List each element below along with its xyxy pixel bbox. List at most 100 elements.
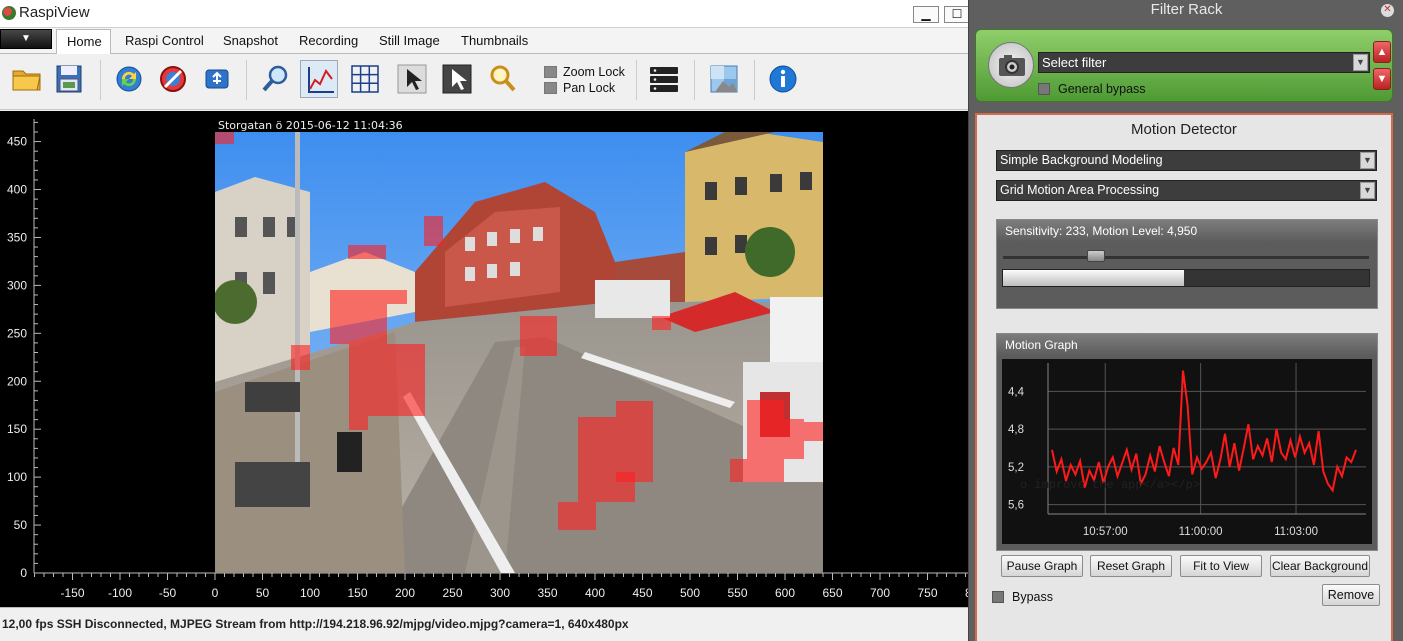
sensitivity-slider-thumb[interactable] <box>1087 250 1106 262</box>
tab-still-image[interactable]: Still Image <box>379 33 440 48</box>
minimize-button[interactable]: ▁ <box>913 6 939 23</box>
x-tick-label: 550 <box>727 586 747 600</box>
pause-graph-button[interactable]: Pause Graph <box>1001 555 1083 577</box>
graph-y-tick-label: 5,6 <box>1008 500 1024 512</box>
graph-x-tick-label: 10:57:00 <box>1083 526 1128 538</box>
move-down-button[interactable]: ▼ <box>1373 68 1391 90</box>
graph-icon[interactable] <box>300 60 338 98</box>
general-bypass-checkbox[interactable]: General bypass <box>1038 82 1146 96</box>
zoom-icon[interactable] <box>256 60 294 98</box>
motion-detector-panel: Motion Detector Simple Background Modeli… <box>975 113 1393 641</box>
graph-x-tick-label: 11:03:00 <box>1274 526 1318 538</box>
toolbar: Zoom Lock Pan Lock <box>0 54 1012 110</box>
bypass-checkbox[interactable]: Bypass <box>992 590 1053 604</box>
x-tick-label: -100 <box>108 586 132 600</box>
pan-lock-checkbox[interactable]: Pan Lock <box>544 81 615 95</box>
video-timestamp: Storgatan ö 2015-06-12 11:04:36 <box>218 119 403 132</box>
stop-stream-icon[interactable] <box>154 60 192 98</box>
toolbar-separator <box>754 60 755 100</box>
open-folder-icon[interactable] <box>8 60 46 98</box>
search-icon[interactable] <box>484 60 522 98</box>
pointer-icon[interactable] <box>393 60 431 98</box>
x-tick-label: 50 <box>256 586 270 600</box>
toolbar-separator <box>100 60 101 100</box>
toolbar-separator <box>246 60 247 100</box>
x-tick-label: 350 <box>537 586 557 600</box>
rack-close-icon[interactable]: ✕ <box>1381 4 1394 17</box>
camera-icon <box>988 42 1034 88</box>
filter-rack-title: Filter Rack <box>1150 1 1223 18</box>
overlay-markup-text: o improve the app</a></p> <box>1020 478 1201 492</box>
x-tick-label: 500 <box>680 586 700 600</box>
title-bar: RaspiView ▁ ☐ ✕ <box>0 0 1012 28</box>
app-menu-dropdown[interactable]: ▼ <box>0 29 52 49</box>
graph-y-tick-label: 4,4 <box>1008 386 1025 398</box>
reset-graph-button[interactable]: Reset Graph <box>1090 555 1172 577</box>
x-tick-label: 700 <box>870 586 890 600</box>
tab-snapshot[interactable]: Snapshot <box>223 33 278 48</box>
graph-x-tick-label: 11:00:00 <box>1179 526 1223 538</box>
y-tick-label: 300 <box>7 278 27 292</box>
server-icon[interactable] <box>645 60 683 98</box>
move-up-button[interactable]: ▲ <box>1373 41 1391 63</box>
chevron-down-icon: ▼ <box>1360 152 1375 169</box>
x-tick-label: 200 <box>395 586 415 600</box>
image-filter-icon[interactable] <box>705 60 743 98</box>
motion-level-bar <box>1002 269 1370 287</box>
x-tick-label: 250 <box>442 586 462 600</box>
x-tick-label: 600 <box>775 586 795 600</box>
bypass-box[interactable] <box>992 591 1004 603</box>
save-image-icon[interactable] <box>50 60 88 98</box>
app-title: RaspiView <box>19 4 90 21</box>
background-model-value: Simple Background Modeling <box>1000 153 1163 167</box>
toolbar-separator <box>694 60 695 100</box>
refresh-icon[interactable] <box>110 60 148 98</box>
x-tick-label: 100 <box>300 586 320 600</box>
x-tick-label: 400 <box>585 586 605 600</box>
grid-icon[interactable] <box>346 60 384 98</box>
select-filter-dropdown[interactable]: Select filter ▼ <box>1038 52 1370 73</box>
pointer-dark-icon[interactable] <box>438 60 476 98</box>
toolbar-separator <box>636 60 637 100</box>
chevron-down-icon: ▼ <box>1360 182 1375 199</box>
x-tick-label: 650 <box>822 586 842 600</box>
general-bypass-label: General bypass <box>1058 82 1146 96</box>
pan-lock-box[interactable] <box>544 82 557 94</box>
y-tick-label: 150 <box>7 422 27 436</box>
background-model-dropdown[interactable]: Simple Background Modeling ▼ <box>996 150 1377 171</box>
tab-home[interactable]: Home <box>56 29 111 54</box>
motion-graph-chart[interactable]: 5,6 5,2 4,8 4,4 10:57:00 11:00:00 11:03:00 <box>1002 359 1372 544</box>
status-text: 12,00 fps SSH Disconnected, MJPEG Stream… <box>2 617 629 631</box>
clear-background-button[interactable]: Clear Background <box>1270 555 1370 577</box>
tab-thumbnails[interactable]: Thumbnails <box>461 33 528 48</box>
info-icon[interactable] <box>764 60 802 98</box>
x-tick-label: -150 <box>60 586 84 600</box>
motion-graph-title: Motion Graph <box>997 334 1377 356</box>
y-tick-label: 0 <box>20 566 27 580</box>
zoom-lock-label: Zoom Lock <box>563 65 625 79</box>
remove-filter-button[interactable]: Remove <box>1322 584 1380 606</box>
y-tick-label: 400 <box>7 183 27 197</box>
x-tick-label: 300 <box>490 586 510 600</box>
area-processing-dropdown[interactable]: Grid Motion Area Processing ▼ <box>996 180 1377 201</box>
zoom-lock-box[interactable] <box>544 66 557 78</box>
video-viewport[interactable]: 450 400 350 300 250 200 150 100 50 0 -150 -100 -50 0 5… <box>0 111 1012 607</box>
usb-device-icon[interactable] <box>198 60 236 98</box>
general-bypass-box[interactable] <box>1038 83 1050 95</box>
sensitivity-label: Sensitivity: 233, Motion Level: 4,950 <box>997 220 1377 242</box>
motion-graph-group: Motion Graph 5,6 5,2 4,8 4,4 10:57:00 11:00:0… <box>996 333 1378 551</box>
graph-y-tick-label: 4,8 <box>1008 424 1024 436</box>
sensitivity-slider-track[interactable] <box>1003 256 1369 259</box>
filter-rack-panel: Filter Rack ✕ Select filter ▼ General by… <box>968 0 1403 641</box>
y-tick-label: 450 <box>7 135 27 149</box>
fit-to-view-button[interactable]: Fit to View <box>1180 555 1262 577</box>
area-processing-value: Grid Motion Area Processing <box>1000 183 1160 197</box>
zoom-lock-checkbox[interactable]: Zoom Lock <box>544 65 625 79</box>
y-tick-label: 50 <box>14 518 28 532</box>
bypass-label: Bypass <box>1012 590 1053 604</box>
tab-raspi-control[interactable]: Raspi Control <box>125 33 204 48</box>
maximize-button[interactable]: ☐ <box>944 6 970 23</box>
status-bar: 12,00 fps SSH Disconnected, MJPEG Stream… <box>0 607 1012 641</box>
camera-frame <box>215 132 823 573</box>
tab-recording[interactable]: Recording <box>299 33 358 48</box>
